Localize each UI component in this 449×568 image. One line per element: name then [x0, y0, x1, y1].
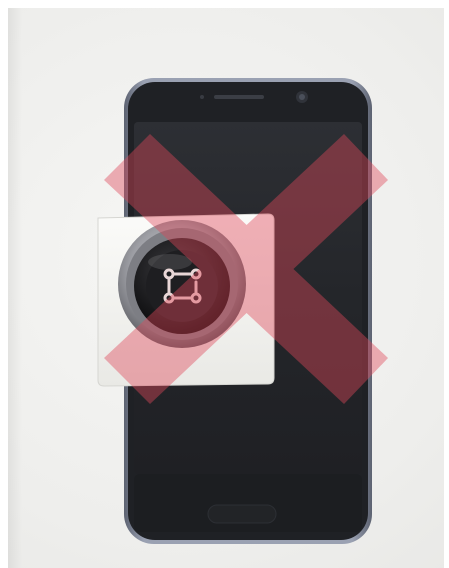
photo-stage [0, 0, 449, 568]
scene-svg [97, 78, 388, 544]
phone-earpiece [214, 95, 264, 99]
